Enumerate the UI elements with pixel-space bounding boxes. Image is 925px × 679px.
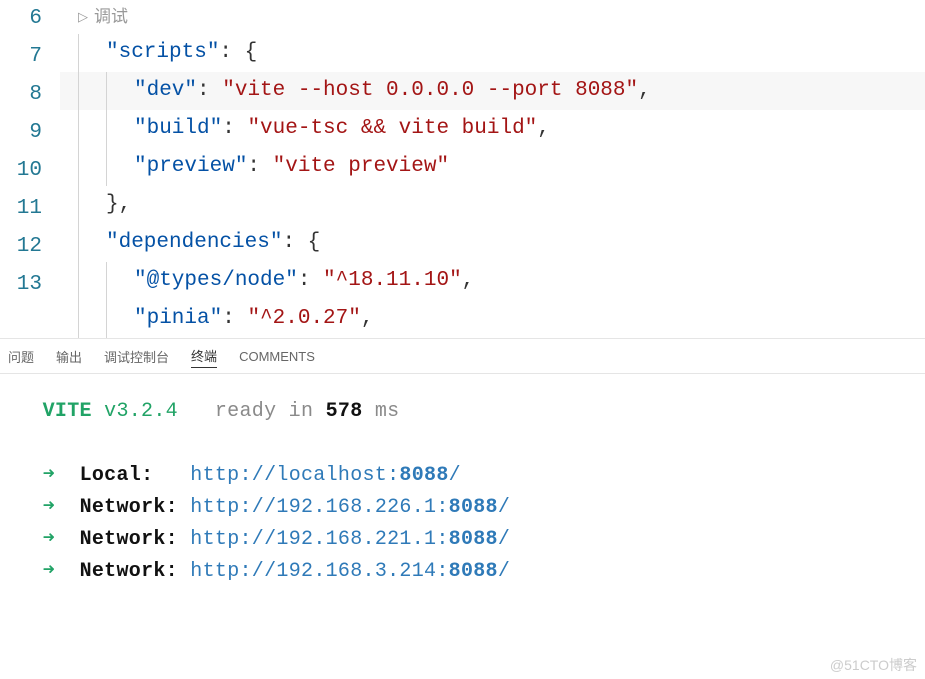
panel-tab-问题[interactable]: 问题 (8, 345, 34, 368)
panel-tabs[interactable]: 问题输出调试控制台终端 COMMENTS (0, 338, 925, 374)
line-number-gutter: 678910111213 (0, 0, 60, 338)
arrow-icon: ➜ (43, 496, 55, 519)
line-number: 12 (0, 228, 42, 266)
code-line[interactable]: "pinia": "^2.0.27", (60, 300, 925, 338)
line-number: 10 (0, 152, 42, 190)
line-number: 8 (0, 76, 42, 114)
code-line[interactable]: "dev": "vite --host 0.0.0.0 --port 8088"… (60, 72, 925, 110)
terminal-line: ➜ Local: http://localhost:8088/ (18, 460, 907, 492)
code-line[interactable]: "build": "vue-tsc && vite build", (60, 110, 925, 148)
server-url[interactable]: http://192.168.221.1:8088/ (190, 528, 510, 551)
server-url[interactable]: http://192.168.226.1:8088/ (190, 496, 510, 519)
arrow-icon: ➜ (43, 528, 55, 551)
code-line[interactable]: "@types/node": "^18.11.10", (60, 262, 925, 300)
code-line[interactable]: }, (60, 186, 925, 224)
terminal-line: ➜ Network: http://192.168.226.1:8088/ (18, 492, 907, 524)
terminal-banner: VITE v3.2.4 ready in 578 ms (18, 396, 907, 428)
line-number: 9 (0, 114, 42, 152)
server-url[interactable]: http://192.168.3.214:8088/ (190, 560, 510, 583)
line-number: 6 (0, 0, 42, 38)
arrow-icon: ➜ (43, 560, 55, 583)
line-number: 13 (0, 266, 42, 304)
panel-tab-调试控制台[interactable]: 调试控制台 (104, 345, 169, 368)
code-line[interactable]: "scripts": { (60, 34, 925, 72)
code-editor[interactable]: 678910111213 ▷调试"scripts": {"dev": "vite… (0, 0, 925, 338)
code-line[interactable]: "dependencies": { (60, 224, 925, 262)
arrow-icon: ➜ (43, 464, 55, 487)
terminal-panel[interactable]: VITE v3.2.4 ready in 578 ms ➜ Local: htt… (0, 374, 925, 610)
panel-tab-终端[interactable]: 终端 (191, 344, 217, 368)
code-area[interactable]: ▷调试"scripts": {"dev": "vite --host 0.0.0… (60, 0, 925, 338)
codelens-debug[interactable]: ▷调试 (60, 0, 925, 34)
terminal-line: ➜ Network: http://192.168.221.1:8088/ (18, 524, 907, 556)
code-line[interactable]: "preview": "vite preview" (60, 148, 925, 186)
line-number: 11 (0, 190, 42, 228)
play-icon: ▷ (78, 0, 88, 34)
terminal-line: ➜ Network: http://192.168.3.214:8088/ (18, 556, 907, 588)
line-number: 7 (0, 38, 42, 76)
panel-tab-输出[interactable]: 输出 (56, 345, 82, 368)
panel-tab-comments[interactable]: COMMENTS (239, 347, 315, 366)
watermark: @51CTO博客 (830, 655, 917, 675)
server-url[interactable]: http://localhost:8088/ (190, 464, 461, 487)
